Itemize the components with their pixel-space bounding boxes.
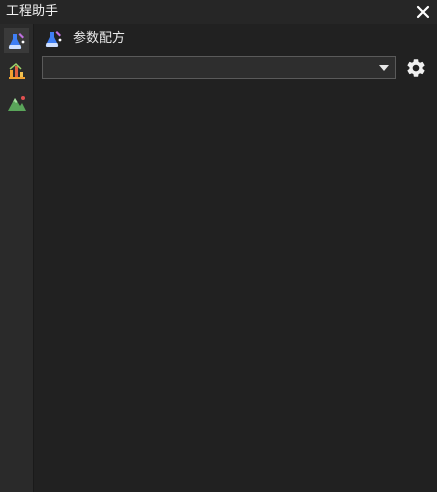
- mountain-icon: [8, 96, 26, 111]
- settings-button[interactable]: [405, 57, 427, 79]
- recipe-select-dropdown[interactable]: [42, 56, 396, 79]
- sidebar-item-recipe[interactable]: [4, 28, 29, 53]
- panel-title: 参数配方: [73, 31, 126, 46]
- gear-icon: [407, 59, 425, 77]
- close-button[interactable]: [413, 2, 433, 22]
- title-bar: 工程助手: [0, 0, 437, 24]
- engineering-assistant-window: 工程助手 参数配方: [0, 0, 437, 492]
- window-title: 工程助手: [6, 4, 59, 19]
- caret-down-icon: [379, 65, 389, 71]
- sidebar-item-terrain[interactable]: [4, 90, 29, 115]
- sidebar-item-analysis[interactable]: [4, 58, 29, 83]
- bar-chart-icon: [9, 62, 25, 79]
- flask-icon: [8, 33, 25, 49]
- close-icon: [416, 5, 430, 19]
- sidebar: [0, 24, 34, 492]
- flask-icon: [45, 31, 62, 47]
